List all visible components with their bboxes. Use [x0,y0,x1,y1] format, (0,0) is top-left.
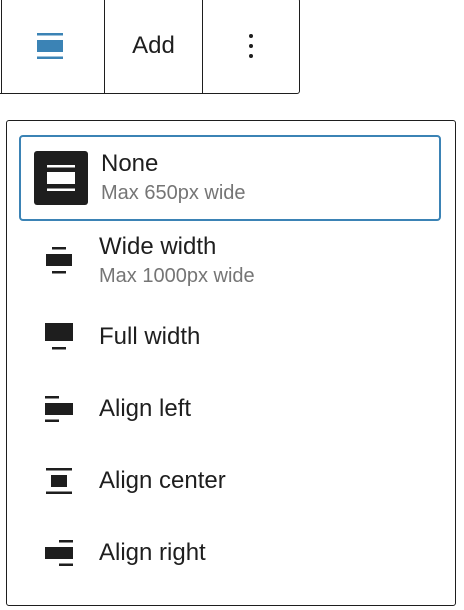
position-left-icon [45,396,73,422]
align-none-icon [34,151,88,205]
block-toolbar: Add [0,0,300,94]
stretch-wide-icon [46,247,72,274]
more-vertical-icon [249,34,253,58]
alignment-menu: None Max 650px wide Wide width Max 1000p… [6,120,456,606]
more-options-button[interactable] [203,0,299,93]
menu-item-label: Full width [99,323,201,350]
align-none-icon [36,33,63,59]
menu-item-align-center[interactable]: Align center [19,445,441,517]
menu-item-label: None [101,150,159,177]
menu-item-full-width[interactable]: Full width [19,301,441,373]
position-center-icon [46,468,72,494]
menu-item-align-right[interactable]: Align right [19,517,441,589]
stretch-full-width-icon [45,323,73,350]
menu-item-label: Wide width [99,233,217,260]
menu-item-label: Align center [99,467,226,494]
menu-item-align-left[interactable]: Align left [19,373,441,445]
position-right-icon [45,540,73,566]
align-button[interactable] [0,0,105,93]
add-button[interactable]: Add [105,0,203,93]
add-button-label: Add [132,32,175,59]
menu-item-wide-width[interactable]: Wide width Max 1000px wide [19,221,441,301]
menu-item-label: Align right [99,539,206,566]
menu-item-label: Align left [99,395,192,422]
menu-item-description: Max 650px wide [101,182,246,204]
menu-item-description: Max 1000px wide [99,265,255,287]
menu-item-none[interactable]: None Max 650px wide [19,135,441,221]
